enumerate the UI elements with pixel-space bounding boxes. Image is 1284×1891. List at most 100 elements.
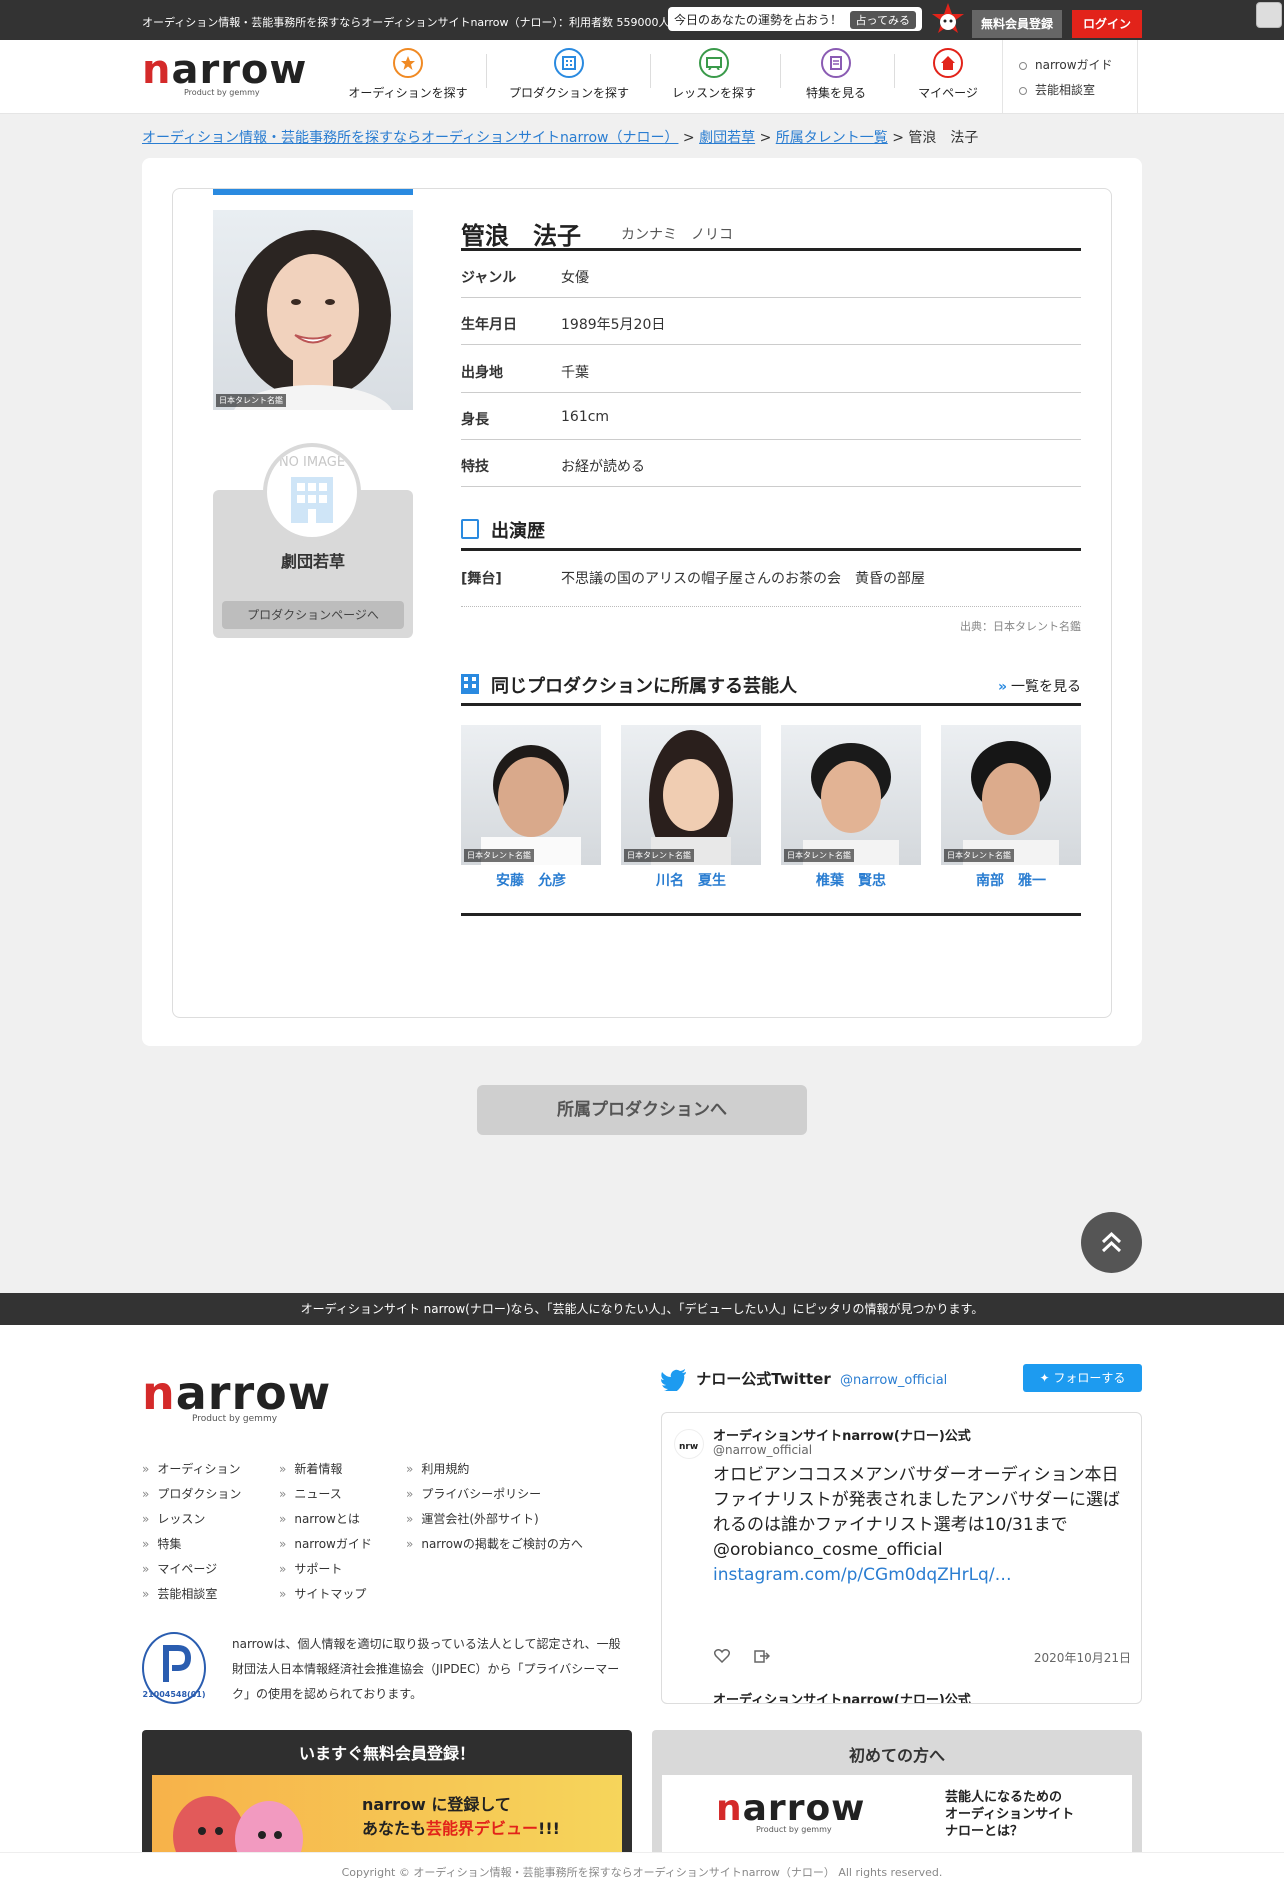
mascot-icon[interactable]: [930, 2, 966, 40]
breadcrumb-production-link[interactable]: 劇団若草: [699, 130, 755, 146]
twitter-handle[interactable]: @narrow_official: [840, 1373, 947, 1388]
production-page-button[interactable]: プロダクションページへ: [222, 601, 404, 629]
breadcrumb-home-link[interactable]: オーディション情報・芸能事務所を探すならオーディションサイトnarrow（ナロー…: [142, 130, 678, 146]
footer-link[interactable]: narrowとは: [279, 1510, 360, 1527]
credit-title: 不思議の国のアリスの帽子屋さんのお茶の会 黄昏の部屋: [561, 571, 925, 587]
fortune-button[interactable]: 占ってみる: [849, 11, 916, 29]
register-line1: narrow に登録して: [362, 1795, 511, 1814]
same-production-header: 同じプロダクションに所属する芸能人 » 一覧を見る: [461, 670, 1081, 706]
member-card[interactable]: 日本タレント名鑑 南部 雅一: [941, 725, 1081, 890]
footer-logo[interactable]: narrow Product by gemmy: [142, 1370, 331, 1424]
member-name[interactable]: 川名 夏生: [621, 870, 761, 890]
consult-link[interactable]: 芸能相談室: [1019, 81, 1137, 98]
tweet-date[interactable]: 2020年10月21日: [1034, 1649, 1131, 1666]
tweet-link[interactable]: instagram.com/p/CGm0dqZHrLq/…: [713, 1565, 1012, 1585]
footer-link[interactable]: narrowの掲載をご検討の方へ: [406, 1535, 583, 1552]
top-bar: オーディション情報・芸能事務所を探すならオーディションサイトnarrow（ナロー…: [0, 0, 1284, 40]
footer-link[interactable]: 特集: [142, 1535, 181, 1552]
tweet-author[interactable]: オーディションサイトnarrow(ナロー)公式: [713, 1425, 971, 1444]
footer-link[interactable]: 運営会社(外部サイト): [406, 1510, 538, 1527]
privacy-mark-icon: [163, 1645, 192, 1682]
footer-link[interactable]: マイページ: [142, 1560, 217, 1577]
member-photo[interactable]: 日本タレント名鑑: [941, 725, 1081, 865]
affiliation-button[interactable]: 所属プロダクションへ: [477, 1085, 807, 1135]
logo-text: narrow: [142, 47, 308, 93]
footer-link[interactable]: ニュース: [279, 1485, 341, 1502]
info-label: 出身地: [461, 365, 503, 381]
credits-title: 出演歴: [491, 521, 545, 542]
production-image[interactable]: NO IMAGE: [263, 443, 361, 541]
tweet-author[interactable]: オーディションサイトnarrow(ナロー)公式: [713, 1689, 971, 1703]
member-card[interactable]: 日本タレント名鑑 椎葉 賢忠: [781, 725, 921, 890]
nav-production[interactable]: プロダクションを探す: [504, 40, 634, 114]
photo-credit-tag: 日本タレント名鑑: [464, 849, 534, 862]
footer-link[interactable]: 新着情報: [279, 1460, 342, 1477]
nav-audition[interactable]: オーディションを探す: [346, 40, 470, 114]
nav-divider: [780, 54, 781, 88]
top-bar-text: オーディション情報・芸能事務所を探すならオーディションサイトnarrow（ナロー…: [142, 16, 706, 29]
portrait-image: [963, 741, 1059, 865]
guide-link[interactable]: narrowガイド: [1019, 56, 1137, 73]
info-row-skill: 特技 お経が読める: [461, 440, 1081, 487]
privacy-mark-logo: 21004548(01): [142, 1632, 206, 1704]
breadcrumb-talents-link[interactable]: 所属タレント一覧: [776, 130, 888, 146]
tweet-handle[interactable]: @narrow_official: [713, 1443, 812, 1457]
first-line2: オーディションサイト: [945, 1807, 1075, 1822]
portrait-image: [649, 730, 733, 865]
footer-link[interactable]: プロダクション: [142, 1485, 241, 1502]
member-card[interactable]: 日本タレント名鑑 安藤 允彦: [461, 725, 601, 890]
tweet-avatar[interactable]: nrw: [674, 1429, 704, 1459]
register-line2c: !!!: [538, 1819, 560, 1838]
member-photo[interactable]: 日本タレント名鑑: [621, 725, 761, 865]
share-icon[interactable]: [754, 1649, 770, 1663]
member-name[interactable]: 椎葉 賢忠: [781, 870, 921, 890]
member-name[interactable]: 安藤 允彦: [461, 870, 601, 890]
twitter-header: ナロー公式Twitter @narrow_official: [660, 1368, 947, 1394]
breadcrumb-current: 管浪 法子: [908, 130, 979, 146]
footer-link[interactable]: narrowガイド: [279, 1535, 372, 1552]
member-photo[interactable]: 日本タレント名鑑: [781, 725, 921, 865]
site-logo[interactable]: narrow Product by gemmy: [142, 50, 307, 97]
nav-label: プロダクションを探す: [508, 86, 629, 100]
member-card[interactable]: 日本タレント名鑑 川名 夏生: [621, 725, 761, 890]
list-icon: [461, 519, 479, 539]
credits-header: 出演歴: [461, 515, 1081, 551]
register-banner-text: narrow に登録して あなたも芸能界デビュー!!!: [362, 1793, 560, 1841]
info-value: 女優: [561, 270, 589, 286]
breadcrumb-separator: >: [682, 130, 695, 146]
register-button[interactable]: 無料会員登録: [972, 10, 1062, 38]
twitter-follow-button[interactable]: ✦ フォローする: [1023, 1364, 1142, 1392]
star-icon: [393, 48, 423, 78]
info-row-birthplace: 出身地 千葉: [461, 346, 1081, 393]
footer-band: オーディションサイト narrow(ナロー)なら、「芸能人になりたい人」、「デビ…: [0, 1293, 1284, 1325]
fortune-box[interactable]: 今日のあなたの運勢を占おう！ 占ってみる: [668, 7, 922, 31]
menu-icon[interactable]: [1256, 2, 1282, 28]
footer-link[interactable]: プライバシーポリシー: [406, 1485, 541, 1502]
member-name[interactable]: 南部 雅一: [941, 870, 1081, 890]
nav-feature[interactable]: 特集を見る: [796, 40, 876, 114]
site-header: narrow Product by gemmy オーディションを探す プロダクシ…: [0, 40, 1284, 114]
svg-text:nrw: nrw: [679, 1442, 698, 1452]
view-all-link[interactable]: » 一覧を見る: [998, 676, 1081, 696]
login-button[interactable]: ログイン: [1072, 10, 1142, 38]
nav-lesson[interactable]: レッスンを探す: [664, 40, 764, 114]
footer-link[interactable]: オーディション: [142, 1460, 240, 1477]
member-photo[interactable]: 日本タレント名鑑: [461, 725, 601, 865]
footer-link[interactable]: レッスン: [142, 1510, 205, 1527]
twitter-timeline[interactable]: nrw オーディションサイトnarrow(ナロー)公式 @narrow_offi…: [661, 1412, 1142, 1704]
footer-link[interactable]: 利用規約: [406, 1460, 469, 1477]
follow-label: フォローする: [1053, 1371, 1126, 1385]
footer-link[interactable]: 芸能相談室: [142, 1585, 217, 1602]
footer-link[interactable]: サポート: [279, 1560, 342, 1577]
nav-mypage[interactable]: マイページ: [908, 40, 988, 114]
production-name[interactable]: 劇団若草: [213, 548, 413, 572]
heart-icon[interactable]: [714, 1649, 730, 1663]
twitter-bird-icon: ✦: [1039, 1371, 1054, 1385]
info-value: お経が読める: [561, 459, 645, 475]
footer-link[interactable]: サイトマップ: [279, 1585, 366, 1602]
talent-name: 管浪 法子: [461, 222, 581, 250]
info-row-birthday: 生年月日 1989年5月20日: [461, 298, 1081, 345]
first-line1: 芸能人になるための: [945, 1790, 1063, 1805]
back-to-top-button[interactable]: [1081, 1212, 1142, 1273]
credit-category: [舞台]: [461, 571, 502, 587]
